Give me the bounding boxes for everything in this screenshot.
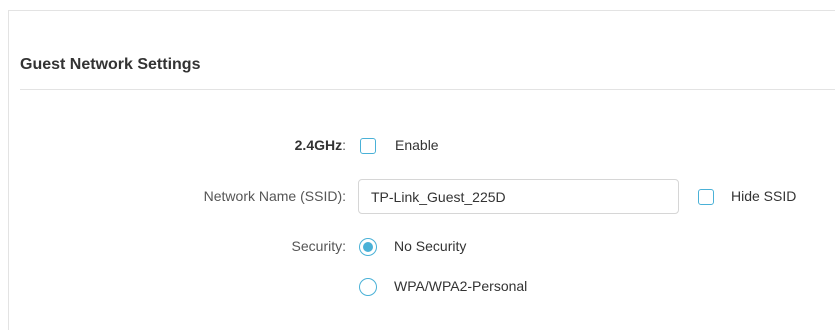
security-radio-wpa[interactable] [359,278,377,296]
security-label: Security: [291,238,346,254]
section-divider [20,89,835,90]
enable-label[interactable]: Enable [395,137,439,153]
section-title: Guest Network Settings [20,56,201,73]
guest-network-panel: Guest Network Settings 2.4GHz: Enable Ne… [0,0,835,330]
ssid-input[interactable] [358,179,679,214]
security-option-wpa[interactable]: WPA/WPA2-Personal [394,278,527,294]
band-label-text: 2.4GHz [294,137,343,153]
band-label: 2.4GHz: [295,137,346,153]
hide-ssid-checkbox[interactable] [698,189,714,205]
hide-ssid-label[interactable]: Hide SSID [731,188,796,204]
band-label-colon: : [342,137,346,153]
security-radio-no-security[interactable] [359,238,377,256]
panel-left-border [8,10,9,330]
enable-checkbox[interactable] [360,138,376,154]
security-option-no-security[interactable]: No Security [394,238,466,254]
panel-top-border [8,10,835,11]
ssid-label: Network Name (SSID): [203,188,346,204]
